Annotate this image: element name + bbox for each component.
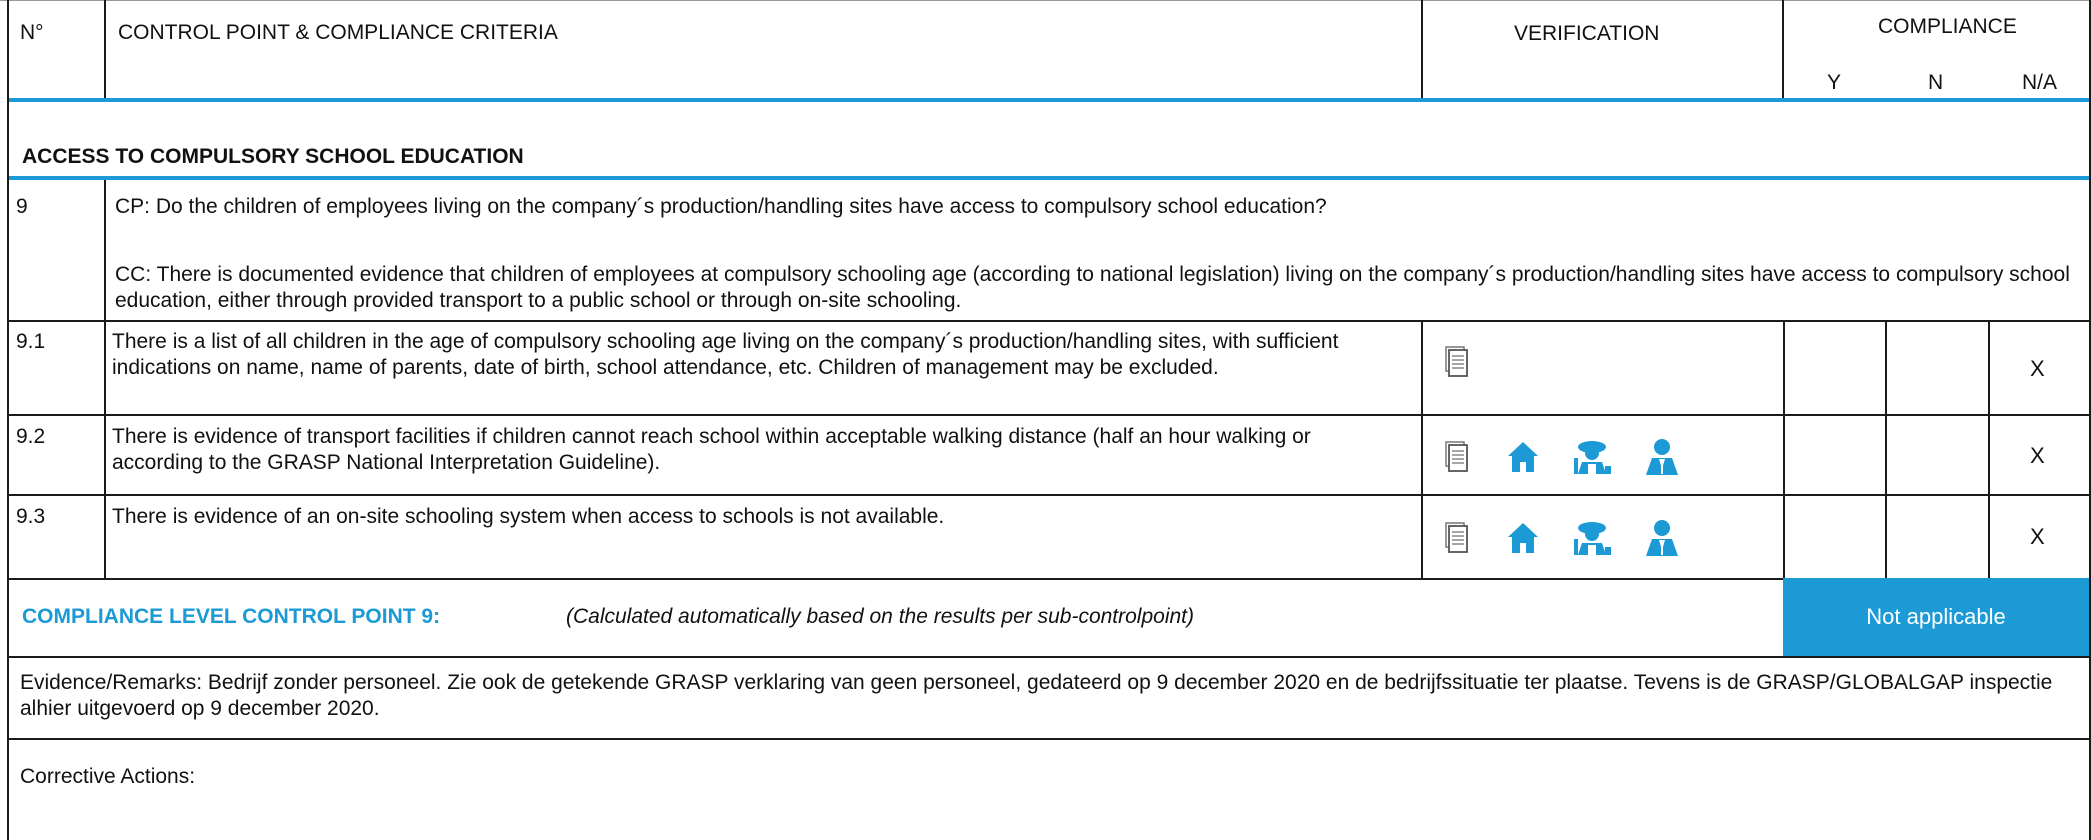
- divider: [1421, 0, 1423, 100]
- divider: [1421, 320, 1423, 580]
- divider: [9, 578, 2089, 580]
- cc-criteria-text: CC: There is documented evidence that ch…: [115, 263, 2070, 312]
- header-control-point: CONTROL POINT & COMPLIANCE CRITERIA: [118, 21, 558, 44]
- document-icon: [1445, 346, 1469, 384]
- compliance-na-value: X: [2030, 524, 2045, 549]
- row-text: There is evidence of transport facilitie…: [112, 425, 1311, 474]
- evidence-remarks: Evidence/Remarks: Bedrijf zonder persone…: [20, 671, 2053, 720]
- worker-icon: [1572, 517, 1612, 563]
- header-compliance-y: Y: [1827, 71, 1842, 94]
- header-compliance: COMPLIANCE: [1878, 15, 2017, 38]
- manager-icon: [1644, 519, 1680, 563]
- compliance-level-note: (Calculated automatically based on the r…: [566, 605, 1195, 628]
- row-number: 9.1: [16, 330, 46, 353]
- row-text: There is a list of all children in the a…: [112, 330, 1339, 379]
- divider: [9, 738, 2089, 740]
- divider: [9, 414, 2089, 416]
- header-no: N°: [20, 21, 44, 44]
- corrective-actions: Corrective Actions:: [20, 765, 196, 788]
- cp-question: CP: Do the children of employees living …: [115, 195, 1327, 218]
- divider: [1988, 320, 1990, 580]
- document-icon: [1445, 441, 1469, 479]
- compliance-result-text: Not applicable: [1866, 604, 2006, 629]
- divider: [9, 320, 2089, 322]
- section-underline: [9, 176, 2089, 180]
- divider: [1782, 0, 1784, 100]
- compliance-na-value: X: [2030, 356, 2045, 381]
- divider: [1885, 320, 1887, 580]
- header-underline: [9, 98, 2089, 102]
- row-number: 9.2: [16, 425, 46, 448]
- compliance-level-label: COMPLIANCE LEVEL CONTROL POINT 9:: [22, 605, 441, 628]
- section-title: ACCESS TO COMPULSORY SCHOOL EDUCATION: [22, 145, 524, 168]
- house-icon: [1506, 440, 1540, 480]
- row-text: There is evidence of an on-site schoolin…: [112, 505, 945, 528]
- worker-icon: [1572, 436, 1612, 482]
- manager-icon: [1644, 438, 1680, 482]
- header-compliance-n: N: [1928, 71, 1944, 94]
- divider: [1783, 320, 1785, 580]
- divider: [9, 656, 2089, 658]
- divider: [104, 0, 106, 100]
- divider: [9, 494, 2089, 496]
- cp-number: 9: [16, 195, 28, 218]
- table-border-left: [7, 0, 9, 840]
- header-verification: VERIFICATION: [1514, 22, 1660, 45]
- divider: [104, 180, 106, 580]
- table-border-top: [0, 0, 2091, 1]
- house-icon: [1506, 521, 1540, 561]
- row-number: 9.3: [16, 505, 46, 528]
- header-compliance-na: N/A: [2022, 71, 2058, 94]
- document-icon: [1445, 522, 1469, 560]
- compliance-na-value: X: [2030, 443, 2045, 468]
